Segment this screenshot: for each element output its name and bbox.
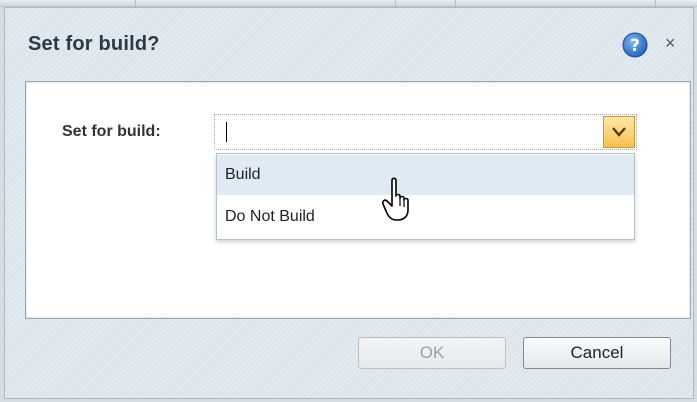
set-for-build-label: Set for build:	[62, 123, 161, 140]
hand-pointer-icon	[382, 177, 409, 221]
dialog-title: Set for build?	[28, 33, 160, 55]
dropdown-option-do-not-build[interactable]: Do Not Build	[217, 197, 634, 237]
chevron-down-icon	[612, 127, 626, 137]
question-circle-icon[interactable]: ?	[622, 32, 648, 58]
set-for-build-dialog: Set for build? ? × Set for build: Build …	[4, 7, 694, 399]
text-caret	[226, 122, 227, 142]
strip-divider	[395, 0, 396, 6]
strip-divider	[135, 0, 136, 6]
dialog-content-panel: Set for build: Build Do Not Build	[25, 81, 691, 319]
cancel-button[interactable]: Cancel	[523, 337, 671, 369]
strip-divider	[655, 0, 656, 6]
close-icon[interactable]: ×	[665, 31, 676, 55]
dropdown-list: Build Do Not Build	[216, 153, 635, 240]
strip-divider	[455, 0, 456, 6]
dropdown-toggle-button[interactable]	[603, 116, 635, 148]
window-top-strip	[0, 0, 697, 7]
ok-button[interactable]: OK	[358, 337, 506, 369]
set-for-build-combobox[interactable]	[214, 114, 637, 150]
svg-text:?: ?	[630, 36, 640, 56]
dropdown-option-build[interactable]: Build	[217, 155, 634, 195]
